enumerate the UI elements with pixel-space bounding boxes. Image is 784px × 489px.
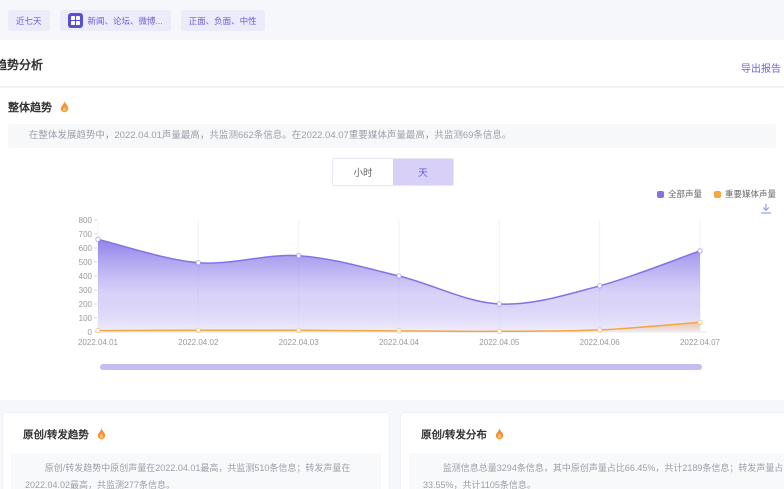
data-point[interactable]	[96, 237, 100, 241]
y-axis-label: 700	[79, 230, 93, 239]
dashboard-page: 近七天 新闻、论坛、微博... 正面、负面、中性 趋势分析 导出报告 整体趋势 …	[0, 0, 784, 489]
y-axis-label: 200	[79, 300, 93, 309]
x-axis-label: 2022.04.04	[379, 338, 420, 347]
data-point[interactable]	[296, 328, 300, 332]
overall-trend-title: 整体趋势	[8, 99, 52, 115]
filter-sources[interactable]: 新闻、论坛、微博...	[60, 10, 171, 31]
y-axis-label: 100	[79, 314, 93, 323]
card-title-row: 原创/转发分布	[421, 427, 784, 442]
export-report-link[interactable]: 导出报告	[741, 60, 781, 75]
data-point[interactable]	[597, 284, 601, 288]
overall-trend-card: 整体趋势 在整体发展趋势中，2022.04.01声量最高，共监测662条信息。在…	[0, 88, 784, 400]
data-point[interactable]	[698, 320, 702, 324]
card-title: 原创/转发分布	[421, 427, 487, 442]
filter-time-range-label: 近七天	[16, 15, 42, 27]
hot-flame-icon	[95, 427, 108, 442]
granularity-day-button[interactable]: 天	[393, 159, 453, 185]
legend-label: 重要媒体声量	[725, 188, 776, 200]
trend-chart: 0 100 200 300 400 500 600 700 800 2022.04.01 2022.…	[0, 212, 784, 352]
data-point[interactable]	[196, 261, 200, 265]
x-axis-label: 2022.04.01	[78, 338, 119, 347]
original-repost-trend-card: 原创/转发趋势 原创/转发趋势中原创声量在2022.04.01最高，共监测510…	[2, 412, 390, 489]
filter-sentiment[interactable]: 正面、负面、中性	[181, 10, 265, 31]
data-point[interactable]	[296, 254, 300, 258]
card-title: 原创/转发趋势	[23, 427, 89, 442]
filter-sentiment-label: 正面、负面、中性	[189, 15, 257, 27]
data-point[interactable]	[597, 328, 601, 332]
data-point[interactable]	[196, 328, 200, 332]
x-axis-label: 2022.04.02	[178, 338, 219, 347]
hot-flame-icon	[493, 427, 506, 442]
y-axis-label: 300	[79, 286, 93, 295]
y-axis-label: 400	[79, 272, 93, 281]
filter-time-range[interactable]: 近七天	[8, 10, 50, 31]
legend-swatch	[657, 191, 664, 198]
page-title: 趋势分析	[0, 56, 43, 73]
y-axis-label: 0	[88, 328, 93, 337]
legend-label: 全部声量	[668, 188, 702, 200]
chart-legend: 全部声量 重要媒体声量	[657, 188, 776, 200]
data-point[interactable]	[397, 329, 401, 333]
legend-swatch	[714, 191, 721, 198]
granularity-hour-button[interactable]: 小时	[333, 159, 393, 185]
hot-flame-icon	[58, 100, 71, 115]
card-summary: 监测信息总量3294条信息，其中原创声量占比66.45%，共计2189条信息；转…	[409, 453, 784, 489]
card-title-row: 原创/转发趋势	[23, 427, 389, 442]
legend-item[interactable]: 全部声量	[657, 188, 702, 200]
legend-item[interactable]: 重要媒体声量	[714, 188, 776, 200]
x-axis-label: 2022.04.06	[580, 338, 621, 347]
data-point[interactable]	[698, 249, 702, 253]
y-axis-label: 800	[79, 216, 93, 225]
overall-trend-title-row: 整体趋势	[8, 99, 71, 115]
section-header: 趋势分析 导出报告	[0, 40, 784, 87]
data-point[interactable]	[497, 302, 501, 306]
x-axis-label: 2022.04.03	[279, 338, 320, 347]
card-summary: 原创/转发趋势中原创声量在2022.04.01最高，共监测510条信息；转发声量…	[11, 453, 381, 489]
filter-sources-label: 新闻、论坛、微博...	[88, 15, 163, 27]
filter-bar: 近七天 新闻、论坛、微博... 正面、负面、中性	[8, 10, 265, 31]
original-repost-distribution-card: 原创/转发分布 监测信息总量3294条信息，其中原创声量占比66.45%，共计2…	[400, 412, 784, 489]
trend-summary: 在整体发展趋势中，2022.04.01声量最高，共监测662条信息。在2022.…	[8, 124, 776, 148]
data-point[interactable]	[497, 329, 501, 333]
x-axis-label: 2022.04.07	[680, 338, 721, 347]
sources-icon	[68, 13, 83, 28]
data-point[interactable]	[96, 328, 100, 332]
data-point[interactable]	[397, 274, 401, 278]
y-axis-label: 500	[79, 258, 93, 267]
x-axis-label: 2022.04.05	[479, 338, 520, 347]
granularity-toggle: 小时 天	[332, 158, 454, 186]
chart-scrollbar[interactable]	[100, 364, 702, 370]
trend-chart-container: 0 100 200 300 400 500 600 700 800 2022.04.01 2022.…	[0, 212, 784, 352]
y-axis-label: 600	[79, 244, 93, 253]
